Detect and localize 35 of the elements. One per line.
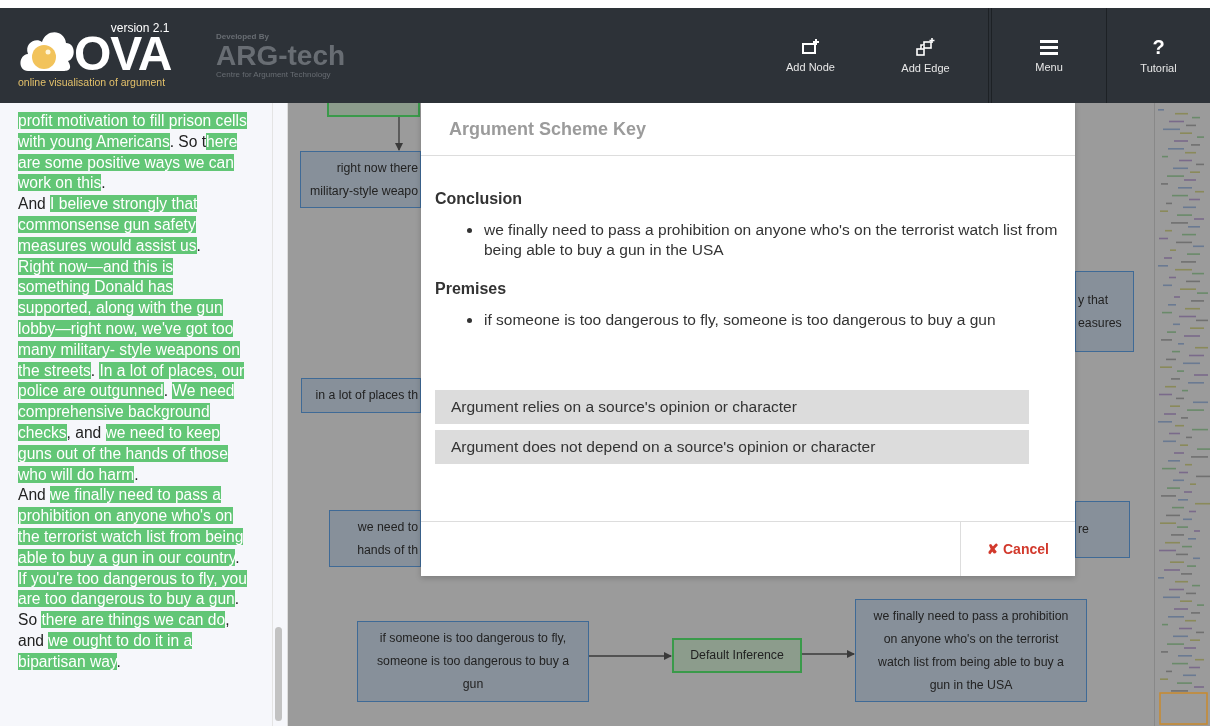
argument-node[interactable]: y that easures bbox=[1075, 271, 1134, 352]
cross-icon: ✘ bbox=[987, 541, 1000, 557]
argument-node[interactable]: re bbox=[1075, 501, 1130, 558]
argument-node[interactable]: in a lot of places th bbox=[301, 378, 421, 413]
add-node-icon bbox=[801, 38, 820, 55]
inference-node[interactable]: Default Inference bbox=[672, 638, 802, 673]
section-heading: Premises bbox=[435, 280, 508, 298]
scheme-option-button[interactable]: Argument does not depend on a source's opinion or character bbox=[435, 430, 1029, 464]
add-edge-button[interactable]: Add Edge bbox=[868, 8, 983, 103]
cancel-button[interactable]: ✘ Cancel bbox=[960, 522, 1075, 576]
argument-node[interactable]: right now there military-style weapo bbox=[300, 151, 421, 208]
scheme-option-button[interactable]: Argument relies on a source's opinion or character bbox=[435, 390, 1029, 424]
argument-node[interactable]: we finally need to pass a prohibition on anyone who's on the terrorist watch list from being able to buy a gun in the USA bbox=[855, 599, 1087, 702]
edge-arrow bbox=[801, 650, 855, 658]
section-heading: Conclusion bbox=[435, 190, 524, 208]
tutorial-button[interactable]: ? Tutorial bbox=[1107, 8, 1210, 103]
argument-node[interactable]: we need to hands of th bbox=[329, 510, 421, 567]
scrollbar-thumb[interactable] bbox=[275, 627, 282, 721]
minimap-drawing[interactable] bbox=[1155, 103, 1210, 726]
edge-arrow bbox=[395, 116, 403, 151]
argument-node[interactable]: if someone is too dangerous to fly, someone is too dangerous to buy a gun bbox=[357, 621, 589, 702]
list-item-text: if someone is too dangerous to fly, someone is too dangerous to buy a gun bbox=[484, 310, 996, 330]
dialog-title: Argument Scheme Key bbox=[449, 118, 647, 140]
list-item-text: we finally need to pass a prohibition on anyone who's on the terrorist watch list from being able to buy a gun in the USA bbox=[484, 220, 1059, 260]
version-label: version 2.1 bbox=[110, 22, 170, 35]
app-logo-text: OVA bbox=[74, 35, 172, 73]
add-node-button[interactable]: Add Node bbox=[753, 8, 868, 103]
developer-logo-text: ARG-tech bbox=[216, 41, 346, 70]
help-icon: ? bbox=[1152, 37, 1165, 56]
app-tagline: online visualisation of argument bbox=[18, 75, 167, 89]
add-edge-icon bbox=[915, 37, 936, 56]
developed-by-label: Developed By bbox=[216, 31, 270, 42]
menu-icon bbox=[1040, 38, 1058, 55]
bullet-icon bbox=[467, 318, 472, 323]
bullet-icon bbox=[467, 228, 472, 233]
